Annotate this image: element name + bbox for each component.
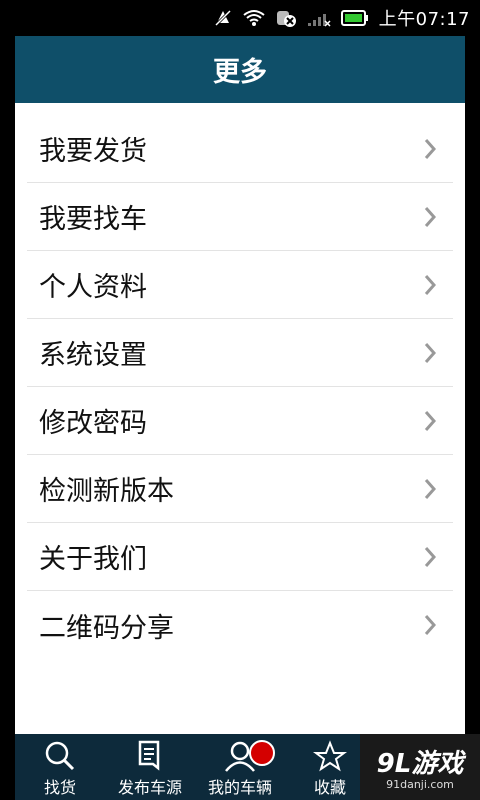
battery-icon <box>340 10 369 26</box>
watermark-title: 9L游戏 <box>376 749 464 779</box>
tab-find-goods[interactable]: 找货 <box>15 734 105 800</box>
chevron-right-icon <box>415 202 445 232</box>
menu-item-change-password[interactable]: 修改密码 <box>27 387 453 455</box>
title-bar: 更多 <box>15 36 465 103</box>
tab-publish-vehicle[interactable]: 发布车源 <box>105 734 195 800</box>
menu-item-label: 关于我们 <box>39 544 147 575</box>
menu-item-about-us[interactable]: 关于我们 <box>27 523 453 591</box>
star-icon <box>313 740 347 772</box>
status-bar: 上午07:17 <box>0 0 480 36</box>
clock: 上午07:17 <box>378 9 470 30</box>
tab-label: 发布车源 <box>117 778 182 797</box>
notification-badge <box>249 740 275 766</box>
tab-label: 我的车辆 <box>207 778 272 797</box>
menu-list: 我要发货 我要找车 个人资料 系统设置 修改密码 检测新版本 关于我们 二维码分… <box>15 115 465 659</box>
chevron-right-icon <box>415 134 445 164</box>
tab-my-vehicles[interactable]: 我的车辆 <box>195 734 285 800</box>
menu-item-check-update[interactable]: 检测新版本 <box>27 455 453 523</box>
menu-item-ship-goods[interactable]: 我要发货 <box>27 115 453 183</box>
sync-off-icon <box>275 8 297 28</box>
mute-icon <box>213 8 233 28</box>
chevron-right-icon <box>415 338 445 368</box>
menu-item-settings[interactable]: 系统设置 <box>27 319 453 387</box>
site-watermark: 9L游戏 91danji.com <box>360 734 480 800</box>
menu-item-label: 我要发货 <box>39 136 147 167</box>
signal-icon <box>307 9 331 27</box>
menu-item-label: 系统设置 <box>39 340 147 371</box>
tab-label: 收藏 <box>313 778 346 797</box>
wifi-icon <box>243 9 265 27</box>
chevron-right-icon <box>415 270 445 300</box>
menu-item-profile[interactable]: 个人资料 <box>27 251 453 319</box>
app-screen: 更多 我要发货 我要找车 个人资料 系统设置 修改密码 检测新版本 关于我们 二… <box>15 36 465 734</box>
chevron-right-icon <box>415 610 445 640</box>
menu-item-label: 修改密码 <box>39 408 147 439</box>
watermark-subtitle: 91danji.com <box>386 778 454 791</box>
menu-item-label: 检测新版本 <box>39 476 174 507</box>
menu-item-find-vehicle[interactable]: 我要找车 <box>27 183 453 251</box>
chevron-right-icon <box>415 542 445 572</box>
menu-item-label: 二维码分享 <box>39 612 174 644</box>
chevron-right-icon <box>415 474 445 504</box>
tab-label: 找货 <box>43 778 76 797</box>
menu-item-label: 我要找车 <box>39 204 147 235</box>
page-title: 更多 <box>213 57 267 88</box>
menu-item-qr-share[interactable]: 二维码分享 <box>27 591 453 659</box>
document-icon <box>135 740 165 772</box>
search-icon <box>43 740 77 772</box>
chevron-right-icon <box>415 406 445 436</box>
menu-item-label: 个人资料 <box>39 272 147 303</box>
